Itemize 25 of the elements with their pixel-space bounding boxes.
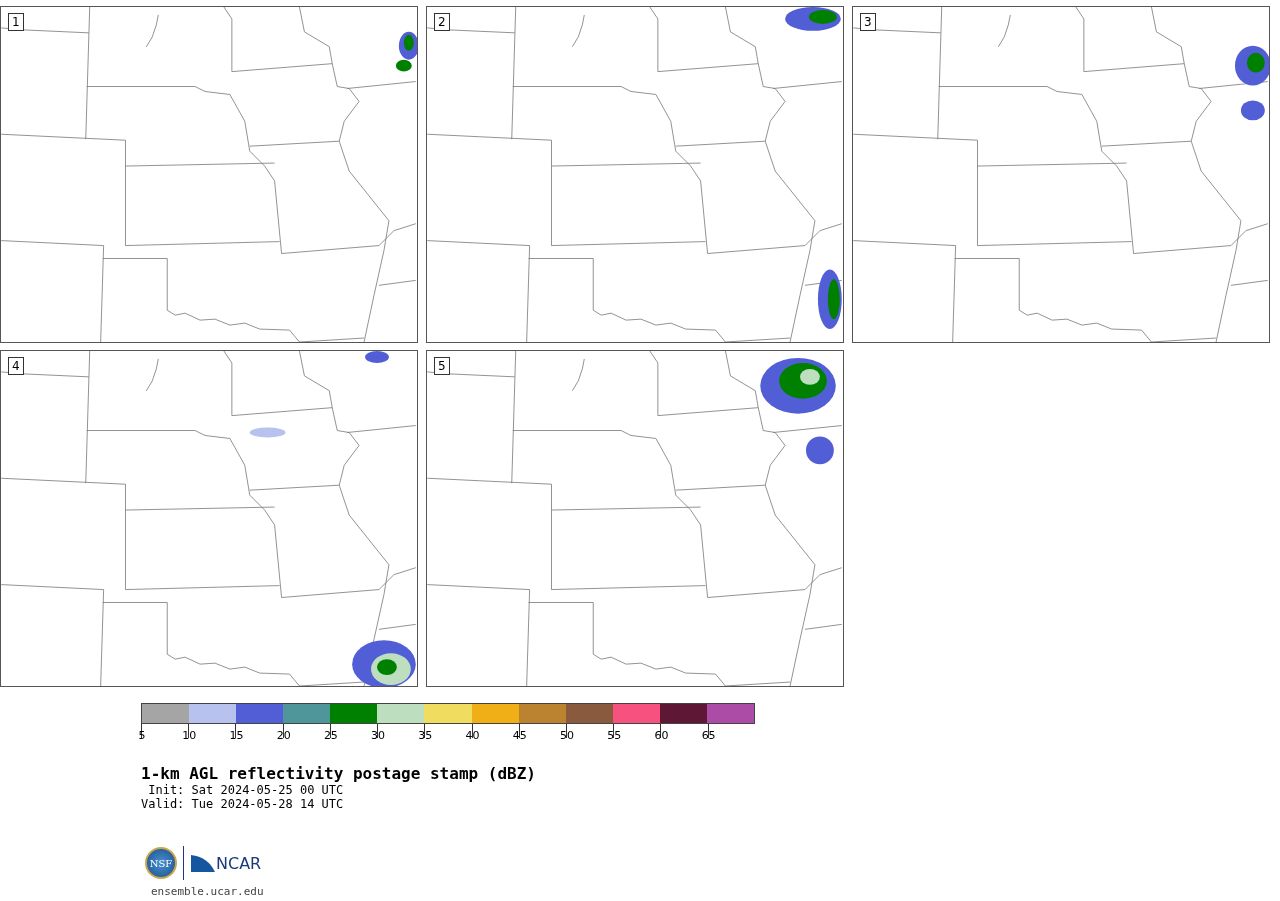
tick-label: 25: [323, 729, 338, 742]
tick-label: 5: [138, 729, 146, 742]
panel-number: 1: [8, 13, 24, 31]
panel-number: 5: [434, 357, 450, 375]
tick-label: 50: [559, 729, 574, 742]
panel-number: 3: [860, 13, 876, 31]
tick-label: 45: [512, 729, 527, 742]
tick-label: 30: [371, 729, 386, 742]
init-time: Init: Sat 2024-05-25 00 UTC: [147, 783, 344, 797]
panel-number: 4: [8, 357, 24, 375]
tick-label: 55: [607, 729, 622, 742]
chart-title: 1-km AGL reflectivity postage stamp (dBZ): [141, 764, 536, 783]
tick-label: 35: [418, 729, 433, 742]
nsf-logo: NSF: [145, 847, 177, 879]
tick-label: 20: [276, 729, 291, 742]
site-url: ensemble.ucar.edu: [151, 885, 264, 898]
panel-number: 2: [434, 13, 450, 31]
swoosh-icon: [190, 853, 216, 873]
ncar-logo: NCAR: [216, 853, 262, 873]
tick-label: 60: [654, 729, 669, 742]
tick-label: 10: [182, 729, 197, 742]
tick-label: 65: [701, 729, 716, 742]
tick-label: 40: [465, 729, 480, 742]
tick-label: 15: [229, 729, 244, 742]
valid-time: Valid: Tue 2024-05-28 14 UTC: [141, 797, 344, 811]
